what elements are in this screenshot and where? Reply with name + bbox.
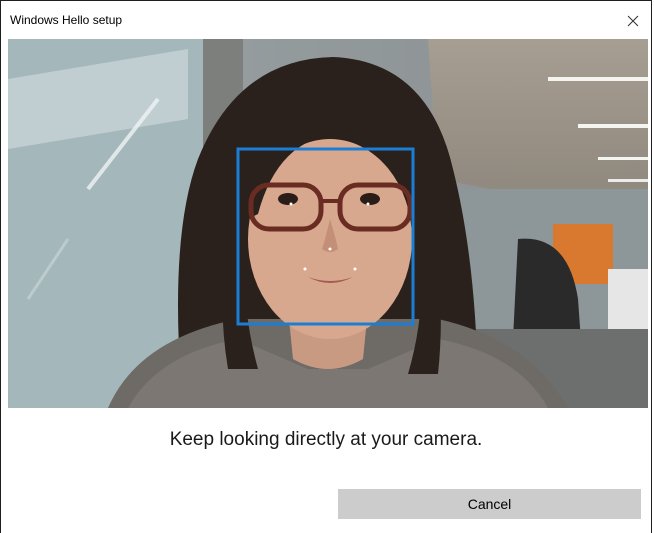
windows-hello-dialog: Windows Hello setup Keep looking directl… xyxy=(0,0,652,533)
cancel-button[interactable]: Cancel xyxy=(338,489,641,519)
camera-image xyxy=(8,39,648,408)
close-button[interactable] xyxy=(619,9,647,33)
window-title: Windows Hello setup xyxy=(10,13,123,27)
camera-preview xyxy=(8,39,648,408)
close-icon xyxy=(627,15,639,27)
title-bar: Windows Hello setup xyxy=(1,1,651,39)
instruction-message: Keep looking directly at your camera. xyxy=(169,429,483,450)
